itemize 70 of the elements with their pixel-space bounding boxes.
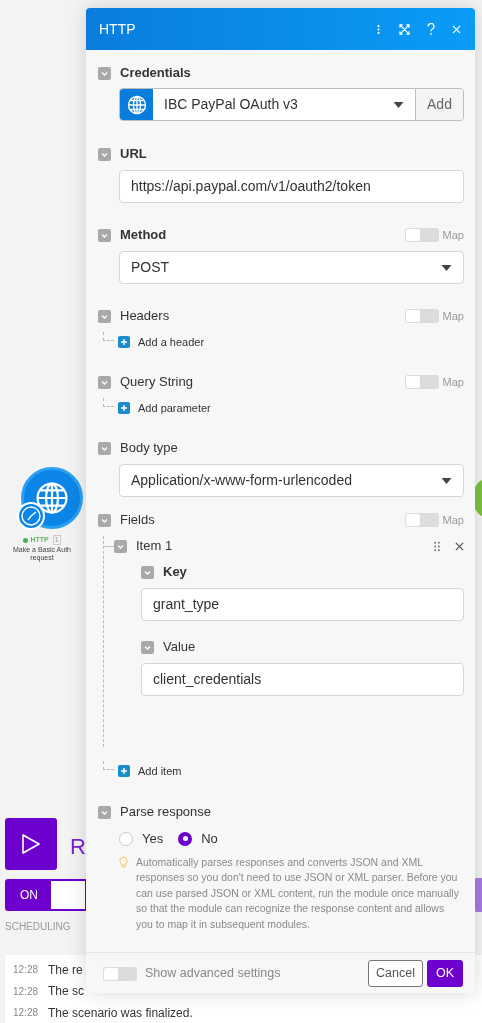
log-time: 12:28 [13, 1006, 39, 1021]
globe-icon [35, 481, 69, 515]
section-label: URL [120, 145, 147, 164]
plus-icon [118, 402, 130, 414]
map-toggle[interactable] [404, 375, 439, 389]
input-field[interactable]: client_credentials [141, 663, 464, 696]
map-label: Map [442, 512, 464, 528]
collapse-icon[interactable] [98, 147, 111, 161]
collapse-icon[interactable] [98, 375, 111, 389]
clock-icon[interactable] [17, 502, 45, 530]
hint-text: Automatically parses responses and converts JSON and XML responses so you don't need to use JSON or XML parser. Before you can use parsed JSON or XML content, run the module once manually so that the module can recognize the response content and allows you to map it in subsequent modules. [136, 854, 460, 932]
collapse-icon[interactable] [98, 513, 111, 527]
ok-button[interactable]: OK [426, 960, 463, 987]
more-icon[interactable] [377, 23, 380, 35]
collapse-icon[interactable] [98, 441, 111, 455]
log-time: 12:28 [13, 984, 39, 999]
log-time: 12:28 [13, 963, 39, 978]
scheduling-label: SCHEDULING [5, 920, 71, 934]
url-field[interactable]: https://api.paypal.com/v1/oauth2/token [119, 170, 464, 203]
run-button[interactable] [5, 818, 57, 870]
map-label: Map [442, 227, 464, 243]
collapse-icon[interactable] [98, 66, 111, 80]
dialog-title: HTTP [99, 19, 136, 39]
collapse-icon[interactable] [98, 228, 111, 242]
section-label: Body type [120, 439, 178, 458]
field-label: Key [163, 563, 187, 582]
play-icon [21, 833, 41, 855]
section-label: Headers [120, 307, 170, 326]
plus-icon [118, 336, 130, 348]
field-label: Value [163, 638, 196, 657]
section-label: Method [120, 226, 167, 245]
add-link[interactable]: Add parameter [118, 399, 211, 417]
close-icon[interactable] [455, 541, 464, 551]
add-item-link[interactable]: Add item [118, 762, 182, 780]
section-label: Query String [120, 373, 193, 392]
map-toggle[interactable] [404, 309, 439, 323]
caret-icon [441, 264, 452, 271]
collapse-icon[interactable] [98, 805, 111, 819]
expand-icon[interactable] [399, 23, 410, 35]
select-field[interactable]: POST [119, 251, 464, 284]
add-link[interactable]: Add a header [118, 333, 205, 351]
collapse-icon[interactable] [141, 565, 154, 579]
input-field[interactable]: grant_type [141, 588, 464, 621]
section-label: Parse response [120, 803, 212, 822]
caret-icon [441, 477, 452, 484]
advanced-toggle[interactable] [103, 966, 137, 981]
cancel-button[interactable]: Cancel [368, 960, 423, 987]
plus-icon [118, 765, 130, 777]
help-icon[interactable] [427, 23, 435, 35]
map-toggle[interactable] [404, 228, 439, 242]
item-title: Item 1 [136, 537, 173, 556]
collapse-icon[interactable] [114, 539, 127, 553]
map-label: Map [442, 374, 464, 390]
log-message: The sc [48, 983, 85, 1001]
lightbulb-icon [119, 855, 128, 869]
advanced-label: Show advanced settings [145, 965, 281, 983]
collapse-icon[interactable] [141, 640, 154, 654]
map-toggle[interactable] [404, 513, 439, 527]
log-message: The scenario was finalized. [48, 1004, 193, 1022]
log-message: The re [48, 961, 83, 979]
radio-option[interactable]: No [178, 829, 218, 849]
drag-handle-icon[interactable] [433, 540, 441, 552]
select-field[interactable]: Application/x-www-form-urlencoded [119, 464, 464, 497]
radio-option[interactable]: Yes [119, 829, 164, 849]
run-label: R [70, 833, 86, 861]
section-label: Fields [120, 511, 155, 530]
schedule-toggle[interactable]: ON [5, 879, 87, 911]
collapse-icon[interactable] [98, 309, 111, 323]
section-label: Credentials [120, 64, 191, 83]
map-label: Map [442, 308, 464, 324]
